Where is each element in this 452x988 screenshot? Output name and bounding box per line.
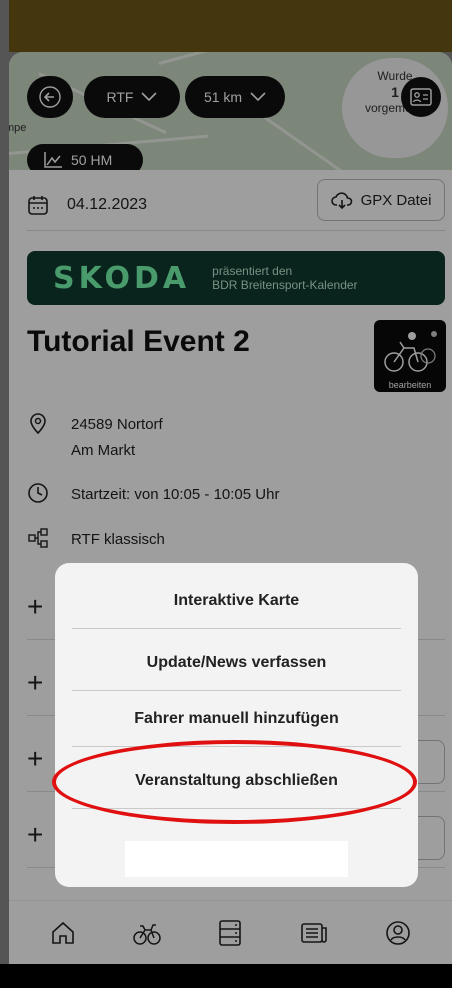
action-add-rider[interactable]: Fahrer manuell hinzufügen [72,691,401,747]
action-write-update[interactable]: Update/News verfassen [72,635,401,691]
action-close-event[interactable]: Veranstaltung abschließen [72,753,401,809]
system-nav-bar [0,964,452,988]
action-blank-area [125,841,348,877]
action-sheet: Interaktive Karte Update/News verfassen … [55,563,418,887]
action-interactive-map[interactable]: Interaktive Karte [72,573,401,629]
